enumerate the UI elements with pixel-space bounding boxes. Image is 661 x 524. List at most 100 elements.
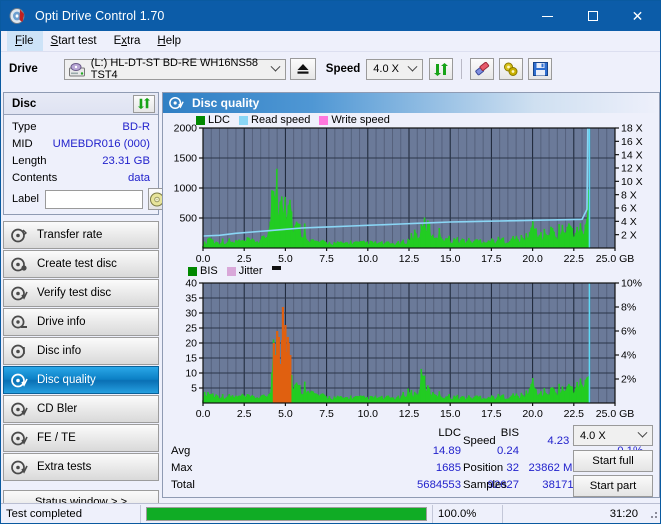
svg-text:30: 30 — [185, 308, 197, 320]
sidebar-item-label: Disc quality — [37, 374, 96, 386]
elapsed-time: 31:20 — [609, 507, 638, 520]
legend-bis: BIS — [188, 265, 218, 277]
disc-quality-icon — [169, 96, 184, 110]
sidebar-item-drive-info[interactable]: Drive info — [3, 308, 159, 336]
disc-box-title: Disc — [12, 97, 37, 110]
stats-position-label: Position — [463, 462, 504, 474]
svg-text:22.5: 22.5 — [564, 408, 585, 420]
svg-text:35: 35 — [185, 293, 197, 305]
drive-toolbar: Drive (L:) HL-DT-ST BD-RE WH16NS58 TST4 … — [1, 52, 660, 86]
sidebar-item-cd-bler[interactable]: CD Bler — [3, 395, 159, 423]
minimize-button[interactable] — [525, 1, 570, 31]
disc-box-header: Disc — [4, 93, 158, 115]
bis-legend: BIS Jitter — [188, 265, 281, 277]
speed-select[interactable]: 4.0 X — [366, 58, 424, 80]
refresh-button[interactable] — [429, 58, 454, 80]
sidebar-item-disc-quality[interactable]: Disc quality — [3, 366, 159, 394]
sidebar-item-verify-test-disc[interactable]: Verify test disc — [3, 279, 159, 307]
svg-text:25.0 GB: 25.0 GB — [596, 408, 635, 420]
start-part-label: Start part — [589, 480, 637, 492]
disc-icon — [11, 315, 28, 330]
eject-button[interactable] — [289, 58, 316, 80]
sidebar-item-label: FE / TE — [37, 432, 76, 444]
svg-text:12 X: 12 X — [621, 163, 643, 175]
sidebar-item-disc-info[interactable]: Disc info — [3, 337, 159, 365]
close-button[interactable]: ✕ — [615, 1, 660, 31]
eject-icon — [297, 64, 309, 74]
svg-text:2.5: 2.5 — [237, 253, 252, 265]
svg-text:2 X: 2 X — [621, 229, 637, 241]
chevron-down-icon — [637, 427, 648, 438]
svg-text:20: 20 — [185, 338, 197, 350]
speed-label: Speed — [325, 63, 361, 75]
sidebar-item-label: Transfer rate — [37, 229, 103, 241]
drive-select[interactable]: (L:) HL-DT-ST BD-RE WH16NS58 TST4 — [63, 57, 286, 81]
progress-percent: 100.0% — [433, 504, 503, 523]
stats-row-label-total: Total — [171, 479, 195, 491]
disc-icon — [11, 373, 28, 388]
sidebar-item-extra-tests[interactable]: Extra tests — [3, 453, 159, 481]
svg-text:6%: 6% — [621, 326, 636, 338]
start-part-button[interactable]: Start part — [573, 475, 653, 497]
menu-item-help[interactable]: Help — [149, 31, 190, 51]
progress-bar — [146, 506, 427, 521]
stats-header-ldc: LDC — [438, 427, 461, 439]
disc-label-row: Label — [4, 186, 166, 214]
progress-fill — [147, 507, 426, 520]
stats-speed-select[interactable]: 4.0 X — [573, 425, 653, 446]
drive-icon — [68, 62, 85, 77]
svg-text:0.0: 0.0 — [196, 253, 211, 265]
sidebar-item-create-test-disc[interactable]: Create test disc — [3, 250, 159, 278]
disc-row-key: Length — [12, 154, 47, 167]
disc-refresh-button[interactable] — [133, 94, 155, 113]
legend-read-speed: Read speed — [239, 114, 310, 126]
resize-grip-icon[interactable] — [647, 508, 659, 520]
svg-text:12.5: 12.5 — [399, 408, 420, 420]
stats-panel: LDC BIS Jitter Avg 14.89 0.24 -0.1% Max … — [163, 423, 659, 497]
svg-text:7.5: 7.5 — [319, 253, 334, 265]
disc-row-mid: MID UMEBDR016 (000) — [4, 135, 158, 152]
disc-row-value: BD-R — [122, 120, 150, 133]
progress-cell — [141, 504, 433, 523]
bis-chart: BIS Jitter 40 35 30 25 20 15 10 5 10% 8% 6% 4% 2% 0.0… — [163, 265, 659, 423]
svg-text:40: 40 — [185, 278, 197, 290]
app-window: Opti Drive Control 1.70 ✕ File Start tes… — [0, 0, 661, 524]
svg-text:2000: 2000 — [174, 123, 198, 135]
stats-position-value: 23862 MB — [528, 462, 581, 474]
disc-label-key: Label — [12, 193, 39, 205]
svg-text:5.0: 5.0 — [278, 408, 293, 420]
legend-marker — [271, 265, 281, 270]
save-button[interactable] — [528, 58, 553, 80]
disc-icon — [11, 460, 28, 475]
svg-text:8%: 8% — [621, 302, 636, 314]
menu-item-extra[interactable]: Extra — [106, 31, 150, 51]
svg-text:20.0: 20.0 — [522, 408, 543, 420]
disc-row-type: Type BD-R — [4, 118, 158, 135]
menu-item-file[interactable]: File — [7, 31, 43, 51]
maximize-button[interactable] — [570, 1, 615, 31]
svg-text:17.5: 17.5 — [481, 408, 502, 420]
disc-icon — [11, 431, 28, 446]
bitsetting-button[interactable] — [499, 58, 524, 80]
title-bar: Opti Drive Control 1.70 ✕ — [1, 1, 660, 31]
stats-samples-value: 381719 — [542, 479, 580, 491]
stats-speed-value: 4.23 X — [547, 435, 580, 447]
sidebar-item-label: Create test disc — [37, 258, 117, 270]
svg-text:5.0: 5.0 — [278, 253, 293, 265]
start-full-button[interactable]: Start full — [573, 450, 653, 472]
window-title: Opti Drive Control 1.70 — [35, 9, 165, 23]
menu-item-start-test[interactable]: Start test — [43, 31, 106, 51]
disc-icon — [11, 228, 28, 243]
sidebar-item-label: CD Bler — [37, 403, 78, 415]
sidebar-item-fe-te[interactable]: FE / TE — [3, 424, 159, 452]
toolbar-separator — [461, 59, 463, 79]
svg-text:500: 500 — [179, 213, 197, 225]
disc-row-key: Contents — [12, 171, 58, 184]
stats-speed-label: Speed — [463, 435, 496, 447]
svg-text:1500: 1500 — [174, 153, 198, 165]
disc-label-input[interactable] — [44, 189, 143, 209]
legend-write-speed: Write speed — [319, 114, 390, 126]
sidebar-item-transfer-rate[interactable]: Transfer rate — [3, 221, 159, 249]
erase-button[interactable] — [470, 58, 495, 80]
chevron-down-icon — [407, 61, 418, 72]
